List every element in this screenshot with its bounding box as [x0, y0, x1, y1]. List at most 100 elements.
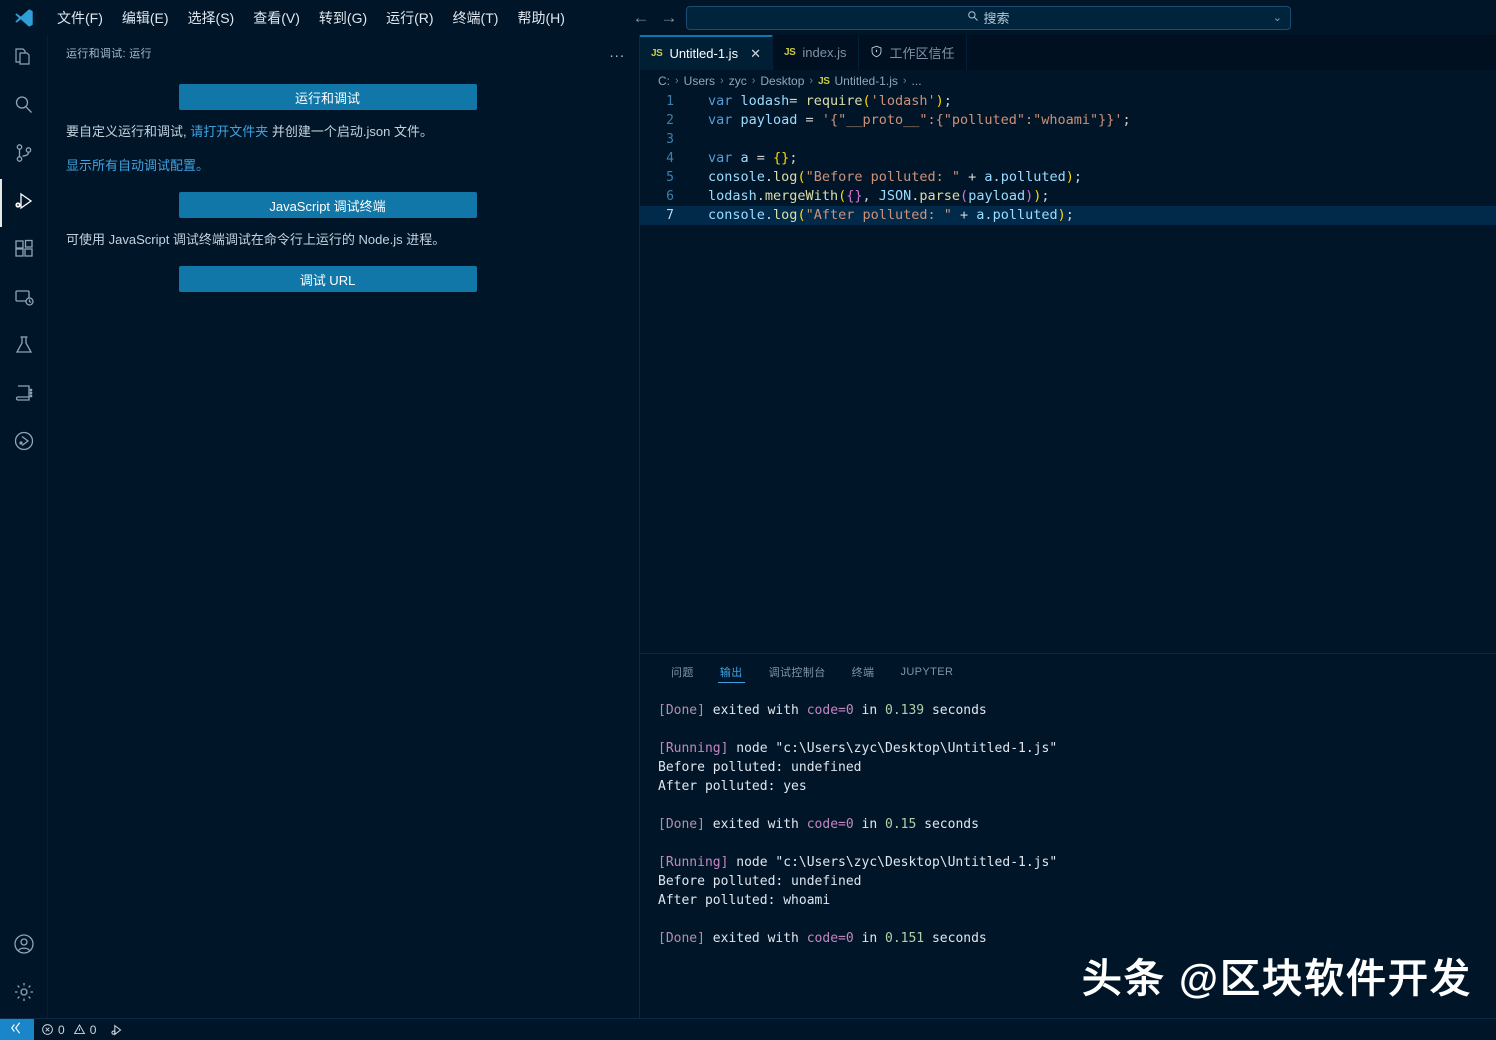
code-line[interactable]: 3	[640, 130, 1496, 149]
code-token: polluted	[1000, 169, 1066, 185]
title-bar-center: ← → 搜索 ⌄	[630, 0, 1291, 35]
warning-triangle-icon	[73, 1023, 86, 1036]
code-line[interactable]: 6 lodash.mergeWith({}, JSON.parse(payload…	[640, 187, 1496, 206]
breadcrumb-item-desktop[interactable]: Desktop	[760, 74, 804, 88]
breadcrumb-item-file[interactable]: Untitled-1.js	[835, 74, 898, 88]
breadcrumb-item-symbols[interactable]: ...	[912, 74, 922, 88]
activity-item-extensions[interactable]	[0, 227, 48, 275]
activity-item-notebook[interactable]	[0, 371, 48, 419]
account-icon	[12, 932, 36, 961]
js-file-icon: JS	[818, 75, 830, 87]
code-editor[interactable]: 1 var lodash= require('lodash'); 2 var payl…	[640, 92, 1496, 653]
remote-explorer-icon	[12, 285, 36, 314]
menu-terminal[interactable]: 终端(T)	[444, 5, 508, 31]
code-line[interactable]: 5 console.log("Before polluted: " + a.pol…	[640, 168, 1496, 187]
activity-item-accounts[interactable]	[0, 922, 48, 970]
code-token: lodash	[740, 93, 790, 109]
search-icon	[967, 10, 979, 25]
breadcrumb-item-users[interactable]: Users	[684, 74, 715, 88]
output-token: Before polluted: undefined	[658, 760, 862, 775]
code-token: .	[984, 207, 993, 223]
run-debug-icon	[12, 189, 36, 218]
output-token: 0.151	[885, 931, 925, 946]
js-file-icon: JS	[783, 47, 796, 58]
output-token: node "c:\Users\zyc\Desktop\Untitled-1.js…	[728, 741, 1058, 756]
code-token: payload	[968, 188, 1026, 204]
show-all-configs-link[interactable]: 显示所有自动调试配置。	[66, 158, 209, 173]
open-folder-link[interactable]: 请打开文件夹	[190, 124, 268, 139]
code-line[interactable]: 7 console.log("After polluted: " + a.poll…	[640, 206, 1496, 225]
activity-item-explorer[interactable]	[0, 35, 48, 83]
activity-item-run-and-debug[interactable]	[0, 179, 48, 227]
code-token: var	[708, 112, 741, 128]
output-token: exited with	[704, 703, 807, 718]
debug-url-button[interactable]: 调试 URL	[178, 266, 477, 292]
menu-go[interactable]: 转到(G)	[310, 5, 376, 31]
panel-tab-debug-console[interactable]: 调试控制台	[756, 654, 839, 689]
go-back-icon[interactable]: ←	[630, 7, 652, 29]
code-token: +	[951, 207, 977, 223]
activity-item-remote-explorer[interactable]	[0, 275, 48, 323]
more-actions-icon[interactable]: ...	[609, 45, 625, 60]
search-icon	[12, 93, 36, 122]
code-line[interactable]: 4 var a = {};	[640, 149, 1496, 168]
code-token: log	[773, 207, 798, 223]
run-and-debug-button[interactable]: 运行和调试	[178, 84, 477, 110]
menu-help[interactable]: 帮助(H)	[508, 5, 573, 31]
activity-item-source-control[interactable]	[0, 131, 48, 179]
code-token: {}	[773, 150, 790, 166]
menu-view[interactable]: 查看(V)	[244, 5, 309, 31]
activity-item-search[interactable]	[0, 83, 48, 131]
activity-item-debug-visualizer[interactable]	[0, 419, 48, 467]
code-token: "Before polluted: "	[805, 169, 961, 185]
panel-tab-output[interactable]: 输出	[707, 654, 756, 689]
go-forward-icon[interactable]: →	[658, 7, 680, 29]
tab-workspace-trust[interactable]: 工作区信任	[859, 35, 967, 70]
panel-tab-jupyter[interactable]: JUPYTER	[887, 654, 966, 689]
code-token: mergeWith	[764, 188, 839, 204]
activity-item-testing[interactable]	[0, 323, 48, 371]
js-debug-terminal-button[interactable]: JavaScript 调试终端	[178, 192, 477, 218]
output-token: 0.15	[885, 817, 917, 832]
menu-edit[interactable]: 编辑(E)	[113, 5, 178, 31]
status-bar: 0 0	[0, 1018, 1496, 1040]
close-icon[interactable]: ✕	[750, 47, 761, 60]
status-warning-count: 0	[89, 1022, 97, 1037]
code-text: console.log("After polluted: " + a.pollu…	[686, 206, 1074, 225]
editor-tab-bar: JS Untitled-1.js ✕ JS index.js 工作区信任	[640, 35, 1496, 70]
breadcrumb-item-zyc[interactable]: zyc	[729, 74, 747, 88]
output-token: seconds	[924, 703, 987, 718]
code-token: =	[805, 112, 822, 128]
command-center-search[interactable]: 搜索 ⌄	[686, 5, 1291, 30]
js-debug-hint-text: 可使用 JavaScript 调试终端调试在命令行上运行的 Node.js 进程…	[66, 232, 446, 247]
output-token: Before polluted: undefined	[658, 874, 862, 889]
code-line[interactable]: 2 var payload = '{"__proto__":{"polluted"…	[640, 111, 1496, 130]
menu-run[interactable]: 运行(R)	[377, 5, 442, 31]
code-token: )	[935, 93, 944, 109]
panel-tab-terminal[interactable]: 终端	[839, 654, 888, 689]
breadcrumb-item-drive[interactable]: C:	[658, 74, 670, 88]
output-console[interactable]: [Done] exited with code=0 in 0.139 secon…	[640, 689, 1496, 1018]
output-line: [Running] node "c:\Users\zyc\Desktop\Unt…	[658, 853, 1496, 872]
code-token: a	[984, 169, 993, 185]
code-token: )	[1065, 169, 1074, 185]
code-line[interactable]: 1 var lodash= require('lodash');	[640, 92, 1496, 111]
status-run-code[interactable]	[103, 1019, 131, 1040]
menu-selection[interactable]: 选择(S)	[179, 5, 244, 31]
sidebar-title: 运行和调试: 运行	[66, 47, 152, 60]
code-token: =	[789, 93, 806, 109]
breadcrumb-separator: ›	[902, 75, 907, 87]
code-token: "After polluted: "	[805, 207, 952, 223]
output-line: After polluted: yes	[658, 777, 1496, 796]
status-remote-indicator[interactable]	[0, 1018, 34, 1040]
menu-file[interactable]: 文件(F)	[48, 5, 112, 31]
tab-index-js[interactable]: JS index.js	[773, 35, 859, 70]
panel-tab-problems[interactable]: 问题	[658, 654, 707, 689]
chevron-down-icon[interactable]: ⌄	[1273, 11, 1282, 24]
code-token: var	[708, 150, 741, 166]
activity-item-settings[interactable]	[0, 970, 48, 1018]
tab-untitled-1-js[interactable]: JS Untitled-1.js ✕	[640, 35, 773, 70]
status-problems[interactable]: 0 0	[34, 1019, 103, 1040]
